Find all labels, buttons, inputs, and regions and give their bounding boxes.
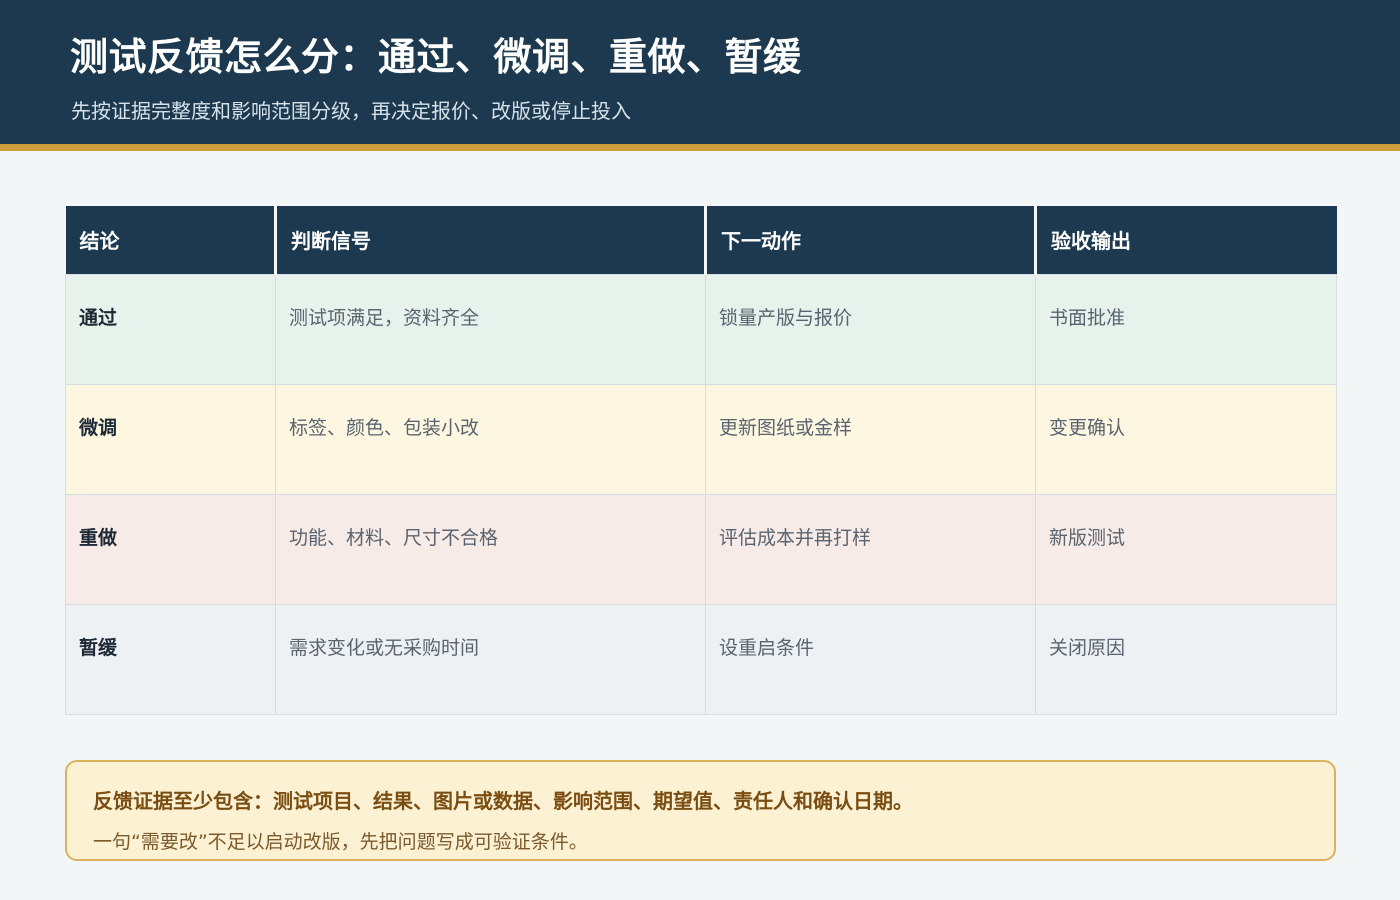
table-row: 暂缓 需求变化或无采购时间 设重启条件 关闭原因 (65, 603, 1337, 715)
page-header: 测试反馈怎么分：通过、微调、重做、暂缓 先按证据完整度和影响范围分级，再决定报价… (0, 0, 1400, 144)
row-signal: 标签、颜色、包装小改 (275, 383, 706, 495)
row-status: 重做 (65, 493, 276, 605)
table-row: 通过 测试项满足，资料齐全 锁量产版与报价 书面批准 (65, 273, 1337, 385)
row-action: 锁量产版与报价 (705, 273, 1036, 385)
row-signal: 测试项满足，资料齐全 (275, 273, 706, 385)
note-main-text: 反馈证据至少包含：测试项目、结果、图片或数据、影响范围、期望值、责任人和确认日期… (93, 789, 913, 813)
row-action: 更新图纸或金样 (705, 383, 1036, 495)
row-status: 暂缓 (65, 603, 276, 715)
header-accent-stripe (0, 144, 1400, 151)
evidence-note-box: 反馈证据至少包含：测试项目、结果、图片或数据、影响范围、期望值、责任人和确认日期… (65, 760, 1336, 861)
note-sub-text: 一句“需要改”不足以启动改版，先把问题写成可验证条件。 (93, 831, 588, 853)
page-title: 测试反馈怎么分：通过、微调、重做、暂缓 (70, 35, 802, 79)
row-status: 通过 (65, 273, 276, 385)
row-action: 评估成本并再打样 (705, 493, 1036, 605)
table-header-row: 结论 判断信号 下一动作 验收输出 (65, 206, 1337, 274)
feedback-table-container: 结论 判断信号 下一动作 验收输出 通过 测试项满足，资料齐全 锁量产版与报价 … (65, 206, 1337, 715)
row-output: 书面批准 (1035, 273, 1337, 385)
column-header-acceptance-output: 验收输出 (1034, 206, 1337, 274)
table-row: 重做 功能、材料、尺寸不合格 评估成本并再打样 新版测试 (65, 493, 1337, 605)
column-header-signal: 判断信号 (274, 206, 706, 274)
row-signal: 需求变化或无采购时间 (275, 603, 706, 715)
page-subtitle: 先按证据完整度和影响范围分级，再决定报价、改版或停止投入 (71, 99, 631, 123)
row-output: 关闭原因 (1035, 603, 1337, 715)
table-row: 微调 标签、颜色、包装小改 更新图纸或金样 变更确认 (65, 383, 1337, 495)
feedback-table: 结论 判断信号 下一动作 验收输出 通过 测试项满足，资料齐全 锁量产版与报价 … (65, 206, 1337, 715)
row-output: 变更确认 (1035, 383, 1337, 495)
row-signal: 功能、材料、尺寸不合格 (275, 493, 706, 605)
row-status: 微调 (65, 383, 276, 495)
row-output: 新版测试 (1035, 493, 1337, 605)
column-header-conclusion: 结论 (65, 206, 276, 274)
column-header-next-action: 下一动作 (704, 206, 1036, 274)
row-action: 设重启条件 (705, 603, 1036, 715)
